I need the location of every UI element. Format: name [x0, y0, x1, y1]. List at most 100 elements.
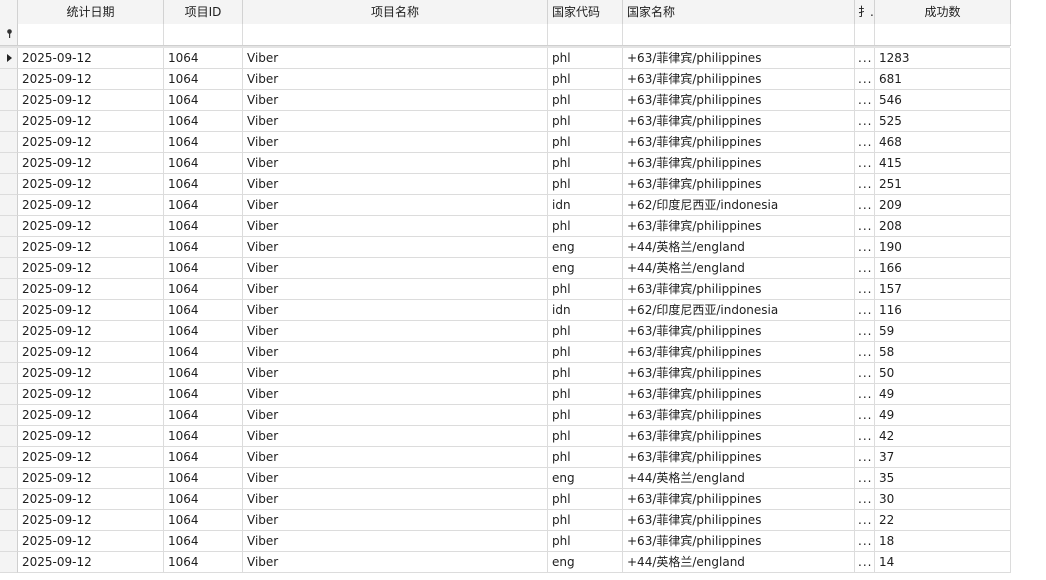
- row-indicator[interactable]: [0, 363, 18, 384]
- row-indicator[interactable]: [0, 300, 18, 321]
- cell-stat-date[interactable]: 2025-09-12: [18, 531, 164, 552]
- cell-project-name[interactable]: Viber: [243, 90, 548, 111]
- cell-stat-date[interactable]: 2025-09-12: [18, 447, 164, 468]
- row-indicator[interactable]: [0, 447, 18, 468]
- cell-project-name[interactable]: Viber: [243, 468, 548, 489]
- cell-project-id[interactable]: 1064: [164, 174, 243, 195]
- cell-project-id[interactable]: 1064: [164, 552, 243, 573]
- cell-country-name[interactable]: +63/菲律宾/philippines: [623, 321, 855, 342]
- cell-country-name[interactable]: +63/菲律宾/philippines: [623, 384, 855, 405]
- cell-country-name[interactable]: +63/菲律宾/philippines: [623, 90, 855, 111]
- cell-country-code[interactable]: phl: [548, 90, 623, 111]
- cell-truncated[interactable]: ...: [855, 153, 875, 174]
- cell-truncated[interactable]: ...: [855, 510, 875, 531]
- cell-success-count[interactable]: 468: [875, 132, 1011, 153]
- cell-country-name[interactable]: +63/菲律宾/philippines: [623, 426, 855, 447]
- cell-project-name[interactable]: Viber: [243, 552, 548, 573]
- table-row[interactable]: 2025-09-12 1064 Viber phl +63/菲律宾/philippine…: [0, 447, 1011, 468]
- cell-success-count[interactable]: 415: [875, 153, 1011, 174]
- cell-country-code[interactable]: phl: [548, 384, 623, 405]
- cell-success-count[interactable]: 37: [875, 447, 1011, 468]
- cell-success-count[interactable]: 42: [875, 426, 1011, 447]
- column-header-stat-date[interactable]: 统计日期: [18, 0, 164, 24]
- table-row[interactable]: 2025-09-12 1064 Viber phl +63/菲律宾/philippine…: [0, 132, 1011, 153]
- cell-truncated[interactable]: ...: [855, 384, 875, 405]
- cell-truncated[interactable]: ...: [855, 48, 875, 69]
- row-indicator[interactable]: [0, 132, 18, 153]
- row-indicator[interactable]: [0, 111, 18, 132]
- cell-country-name[interactable]: +63/菲律宾/philippines: [623, 510, 855, 531]
- cell-country-code[interactable]: phl: [548, 447, 623, 468]
- cell-success-count[interactable]: 30: [875, 489, 1011, 510]
- table-row[interactable]: 2025-09-12 1064 Viber idn +62/印度尼西亚/indonesi…: [0, 195, 1011, 216]
- filter-cell-country-code[interactable]: [548, 24, 623, 45]
- cell-project-id[interactable]: 1064: [164, 468, 243, 489]
- cell-stat-date[interactable]: 2025-09-12: [18, 426, 164, 447]
- cell-project-id[interactable]: 1064: [164, 216, 243, 237]
- column-header-country-code[interactable]: 国家代码: [548, 0, 623, 24]
- cell-project-name[interactable]: Viber: [243, 531, 548, 552]
- filter-cell-stat-date[interactable]: [18, 24, 164, 45]
- cell-truncated[interactable]: ...: [855, 405, 875, 426]
- cell-country-code[interactable]: phl: [548, 363, 623, 384]
- cell-project-name[interactable]: Viber: [243, 300, 548, 321]
- cell-country-name[interactable]: +44/英格兰/england: [623, 468, 855, 489]
- cell-truncated[interactable]: ...: [855, 195, 875, 216]
- cell-truncated[interactable]: ...: [855, 447, 875, 468]
- cell-success-count[interactable]: 18: [875, 531, 1011, 552]
- cell-stat-date[interactable]: 2025-09-12: [18, 132, 164, 153]
- row-indicator[interactable]: [0, 48, 18, 69]
- cell-country-code[interactable]: phl: [548, 111, 623, 132]
- cell-country-name[interactable]: +63/菲律宾/philippines: [623, 174, 855, 195]
- cell-project-id[interactable]: 1064: [164, 405, 243, 426]
- row-indicator[interactable]: [0, 174, 18, 195]
- cell-success-count[interactable]: 14: [875, 552, 1011, 573]
- cell-project-id[interactable]: 1064: [164, 48, 243, 69]
- row-indicator[interactable]: [0, 342, 18, 363]
- filter-cell-truncated[interactable]: [855, 24, 875, 45]
- cell-project-id[interactable]: 1064: [164, 69, 243, 90]
- cell-country-name[interactable]: +63/菲律宾/philippines: [623, 342, 855, 363]
- row-indicator[interactable]: [0, 426, 18, 447]
- cell-truncated[interactable]: ...: [855, 321, 875, 342]
- cell-success-count[interactable]: 166: [875, 258, 1011, 279]
- cell-stat-date[interactable]: 2025-09-12: [18, 384, 164, 405]
- cell-country-name[interactable]: +63/菲律宾/philippines: [623, 69, 855, 90]
- cell-country-code[interactable]: phl: [548, 510, 623, 531]
- cell-country-code[interactable]: phl: [548, 405, 623, 426]
- cell-success-count[interactable]: 681: [875, 69, 1011, 90]
- cell-country-code[interactable]: eng: [548, 237, 623, 258]
- cell-project-id[interactable]: 1064: [164, 447, 243, 468]
- cell-country-code[interactable]: phl: [548, 69, 623, 90]
- cell-country-code[interactable]: idn: [548, 300, 623, 321]
- cell-project-name[interactable]: Viber: [243, 489, 548, 510]
- cell-country-name[interactable]: +63/菲律宾/philippines: [623, 48, 855, 69]
- table-row[interactable]: 2025-09-12 1064 Viber idn +62/印度尼西亚/indonesi…: [0, 300, 1011, 321]
- cell-country-name[interactable]: +44/英格兰/england: [623, 552, 855, 573]
- cell-country-code[interactable]: phl: [548, 132, 623, 153]
- cell-project-id[interactable]: 1064: [164, 489, 243, 510]
- cell-success-count[interactable]: 208: [875, 216, 1011, 237]
- cell-project-name[interactable]: Viber: [243, 510, 548, 531]
- cell-project-name[interactable]: Viber: [243, 426, 548, 447]
- table-row[interactable]: 2025-09-12 1064 Viber phl +63/菲律宾/philippine…: [0, 405, 1011, 426]
- cell-project-id[interactable]: 1064: [164, 111, 243, 132]
- table-row[interactable]: 2025-09-12 1064 Viber eng +44/英格兰/england...…: [0, 552, 1011, 573]
- row-indicator[interactable]: [0, 69, 18, 90]
- table-row[interactable]: 2025-09-12 1064 Viber eng +44/英格兰/england...…: [0, 468, 1011, 489]
- row-indicator[interactable]: [0, 552, 18, 573]
- data-grid[interactable]: 统计日期 项目ID 项目名称 国家代码 国家名称 扌.. 成功数 2025-09…: [0, 0, 1046, 580]
- cell-country-code[interactable]: phl: [548, 48, 623, 69]
- cell-project-name[interactable]: Viber: [243, 69, 548, 90]
- cell-project-id[interactable]: 1064: [164, 300, 243, 321]
- cell-stat-date[interactable]: 2025-09-12: [18, 489, 164, 510]
- cell-country-code[interactable]: phl: [548, 216, 623, 237]
- cell-truncated[interactable]: ...: [855, 111, 875, 132]
- cell-success-count[interactable]: 49: [875, 384, 1011, 405]
- row-indicator[interactable]: [0, 195, 18, 216]
- cell-truncated[interactable]: ...: [855, 489, 875, 510]
- row-indicator[interactable]: [0, 90, 18, 111]
- row-indicator[interactable]: [0, 216, 18, 237]
- row-indicator[interactable]: [0, 468, 18, 489]
- cell-country-code[interactable]: eng: [548, 552, 623, 573]
